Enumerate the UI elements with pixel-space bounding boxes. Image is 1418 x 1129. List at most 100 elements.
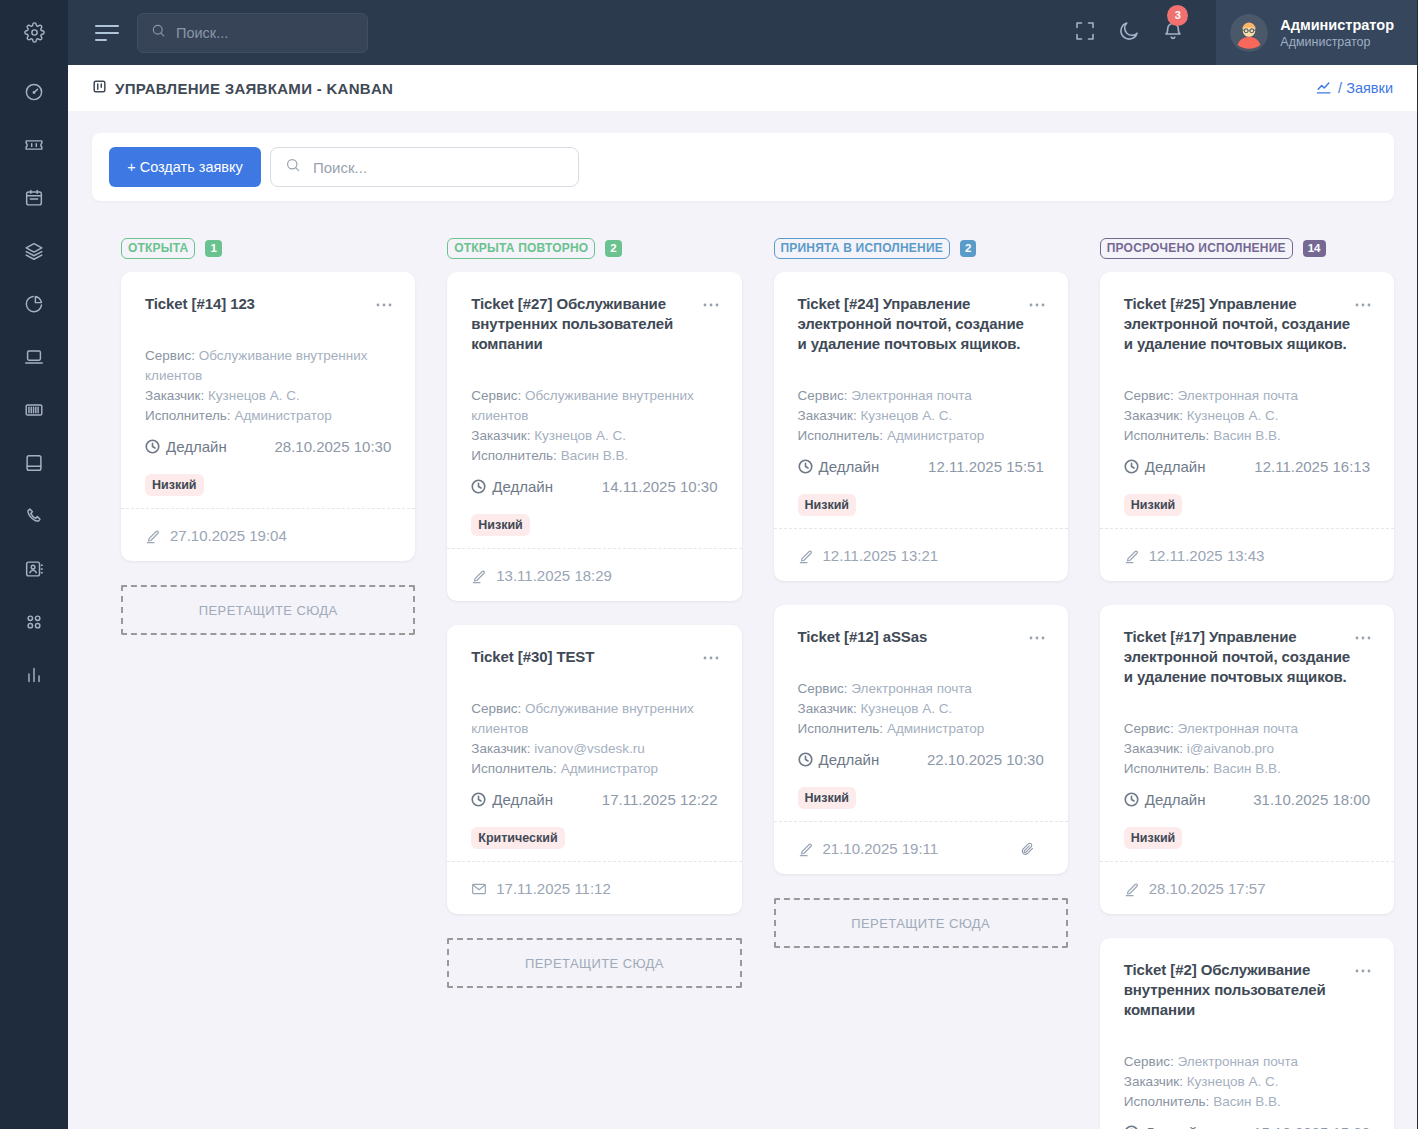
ticket-meta: Сервис: Обслуживание внутренних клиентов…	[471, 386, 717, 466]
ticket-title: Ticket [#24] Управление электронной почт…	[798, 294, 1032, 354]
ticket-footer: 17.11.2025 11:12	[471, 862, 717, 914]
sidebar-item-ticket[interactable]	[23, 118, 45, 171]
column-header: ОТКРЫТА 1	[121, 238, 415, 259]
clock-icon	[471, 479, 492, 494]
ticket-card[interactable]: Ticket [#17] Управление электронной почт…	[1100, 605, 1394, 914]
ticket-title: Ticket [#17] Управление электронной почт…	[1124, 627, 1358, 687]
dropzone[interactable]: ПЕРЕТАЩИТЕ СЮДА	[774, 898, 1068, 948]
topbar-search-placeholder: Поиск...	[176, 25, 228, 41]
sidebar-item-book[interactable]	[23, 436, 45, 489]
ticket-card[interactable]: Ticket [#12] aSSas Сервис: Электронная п…	[774, 605, 1068, 874]
updated-date: 27.10.2025 19:04	[170, 526, 287, 546]
page-title: УПРАВЛЕНИЕ ЗАЯВКАМИ - KANBAN	[92, 79, 393, 97]
sidebar-item-contact-card[interactable]	[23, 542, 45, 595]
column-count-badge: 14	[1303, 240, 1326, 257]
fullscreen-button[interactable]	[1072, 20, 1098, 46]
board-search-placeholder: Поиск...	[313, 159, 367, 176]
ticket-footer: 28.10.2025 17:57	[1124, 862, 1370, 914]
ticket-meta: Сервис: Электронная почта Заказчик: Кузн…	[1124, 1052, 1370, 1112]
ticket-card[interactable]: Ticket [#2] Обслуживание внутренних поль…	[1100, 938, 1394, 1129]
priority-badge: Низкий	[798, 494, 857, 516]
deadline-date: 22.10.2025 10:30	[927, 751, 1044, 768]
moon-icon	[1117, 19, 1141, 47]
ticket-menu-button[interactable]	[1354, 964, 1372, 974]
ticket-deadline-row: Дедлайн 28.10.2025 10:30	[145, 436, 391, 456]
toolbar-card: + Создать заявку Поиск...	[92, 133, 1394, 201]
sidebar-item-calendar[interactable]	[23, 171, 45, 224]
ticket-card[interactable]: Ticket [#30] TEST Сервис: Обслуживание в…	[447, 625, 741, 914]
column-header: ПРОСРОЧЕНО ИСПОЛНЕНИЕ 14	[1100, 238, 1394, 259]
ticket-card[interactable]: Ticket [#27] Обслуживание внутренних пол…	[447, 272, 741, 601]
deadline-date: 12.11.2025 16:13	[1254, 458, 1370, 475]
gear-icon	[24, 22, 45, 43]
sidebar-item-settings[interactable]	[0, 0, 68, 65]
kanban-column-1: ОТКРЫТА 1 Ticket [#14] 123 Сервис: Обслу…	[121, 238, 415, 661]
dropzone-label: ПЕРЕТАЩИТЕ СЮДА	[525, 956, 664, 971]
ticket-meta: Сервис: Электронная почта Заказчик: Кузн…	[1124, 386, 1370, 446]
ticket-card[interactable]: Ticket [#25] Управление электронной почт…	[1100, 272, 1394, 581]
deadline-date: 15.10.2025 15:23	[1253, 1124, 1370, 1129]
updated-date: 12.11.2025 13:43	[1149, 546, 1265, 566]
deadline-date: 17.11.2025 12:22	[602, 791, 718, 808]
ticket-menu-button[interactable]	[375, 298, 393, 308]
dark-mode-button[interactable]	[1116, 20, 1142, 46]
ticket-menu-button[interactable]	[1028, 631, 1046, 641]
sidebar-item-speedometer[interactable]	[23, 65, 45, 118]
fullscreen-icon	[1073, 19, 1097, 47]
ticket-menu-button[interactable]	[1028, 298, 1046, 308]
updated-date: 13.11.2025 18:29	[496, 566, 612, 586]
ticket-title: Ticket [#12] aSSas	[798, 627, 1032, 647]
ticket-card[interactable]: Ticket [#24] Управление электронной почт…	[774, 272, 1068, 581]
priority-badge: Низкий	[471, 514, 530, 536]
priority-badge: Низкий	[145, 474, 204, 496]
pencil-icon	[471, 568, 496, 584]
column-status-badge: ОТКРЫТА	[121, 238, 195, 259]
dropzone[interactable]: ПЕРЕТАЩИТЕ СЮДА	[121, 585, 415, 635]
topbar-search-input[interactable]: Поиск...	[137, 13, 368, 53]
create-ticket-button[interactable]: + Создать заявку	[109, 147, 261, 187]
ticket-title: Ticket [#27] Обслуживание внутренних пол…	[471, 294, 705, 354]
breadcrumb[interactable]: / Заявки	[1315, 78, 1393, 98]
sidebar-item-layers[interactable]	[23, 224, 45, 277]
deadline-label: Дедлайн	[819, 458, 880, 475]
ticket-menu-button[interactable]	[702, 298, 720, 308]
paperclip-icon	[1019, 841, 1044, 857]
ticket-meta: Сервис: Обслуживание внутренних клиентов…	[471, 699, 717, 779]
column-count-badge: 2	[960, 240, 976, 257]
updated-date: 28.10.2025 17:57	[1149, 879, 1266, 899]
ticket-deadline-row: Дедлайн 31.10.2025 18:00	[1124, 789, 1370, 809]
ticket-menu-button[interactable]	[702, 651, 720, 661]
sidebar-item-bar-chart[interactable]	[23, 648, 45, 701]
ticket-menu-button[interactable]	[1354, 298, 1372, 308]
sidebar-item-phone[interactable]	[23, 489, 45, 542]
pie-chart-icon	[23, 293, 45, 315]
avatar	[1230, 14, 1268, 52]
ticket-meta: Сервис: Электронная почта Заказчик: i@ai…	[1124, 719, 1370, 779]
board-search-input[interactable]: Поиск...	[270, 147, 579, 187]
deadline-date: 12.11.2025 15:51	[928, 458, 1044, 475]
ticket-card[interactable]: Ticket [#14] 123 Сервис: Обслуживание вн…	[121, 272, 415, 561]
hamburger-menu-icon[interactable]	[95, 25, 119, 41]
clock-icon	[1124, 459, 1145, 474]
sidebar-item-apps[interactable]	[23, 595, 45, 648]
ticket-deadline-row: Дедлайн 17.11.2025 12:22	[471, 789, 717, 809]
pencil-icon	[798, 548, 823, 564]
ticket-title: Ticket [#2] Обслуживание внутренних поль…	[1124, 960, 1358, 1020]
sidebar	[0, 0, 68, 1129]
ticket-title: Ticket [#30] TEST	[471, 647, 705, 667]
speedometer-icon	[23, 81, 45, 103]
sidebar-item-barcode[interactable]	[23, 383, 45, 436]
user-menu[interactable]: Администратор Администратор	[1216, 0, 1418, 65]
ticket-footer: 13.11.2025 18:29	[471, 549, 717, 601]
sidebar-item-pie-chart[interactable]	[23, 277, 45, 330]
notifications-button[interactable]: 3	[1160, 20, 1186, 46]
pencil-icon	[1124, 548, 1149, 564]
clock-icon	[798, 459, 819, 474]
ticket-icon	[23, 134, 45, 156]
deadline-label: Дедлайн	[492, 791, 553, 808]
sidebar-item-laptop[interactable]	[23, 330, 45, 383]
ticket-menu-button[interactable]	[1354, 631, 1372, 641]
column-status-badge: ПРОСРОЧЕНО ИСПОЛНЕНИЕ	[1100, 238, 1293, 259]
topbar: Поиск... 3 Администратор Администратор	[68, 0, 1418, 65]
dropzone[interactable]: ПЕРЕТАЩИТЕ СЮДА	[447, 938, 741, 988]
